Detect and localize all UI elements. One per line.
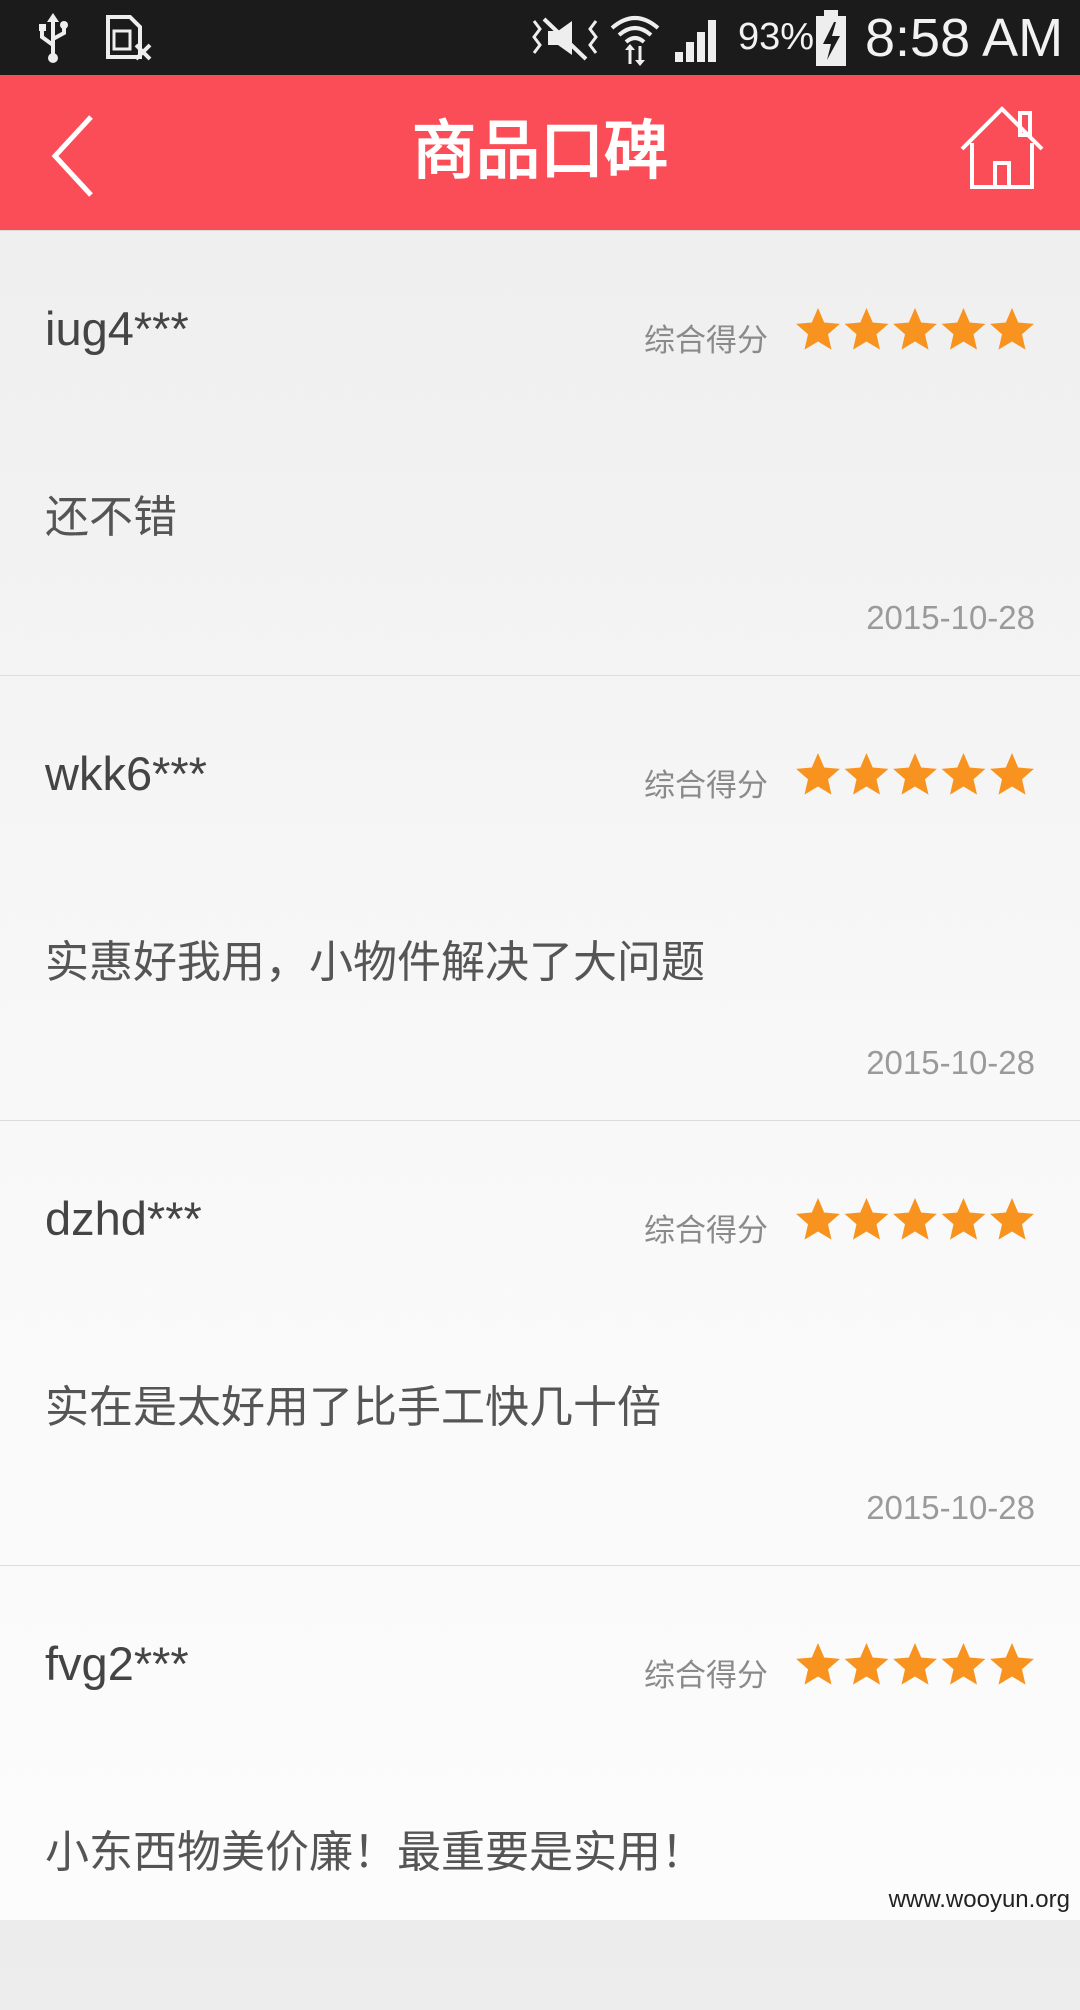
review-date: 2015-10-28	[866, 1489, 1035, 1526]
review-username: iug4***	[45, 302, 189, 355]
star-icon	[796, 308, 840, 350]
star-rating	[796, 1198, 1034, 1240]
star-icon	[941, 753, 986, 795]
usb-icon	[36, 0, 70, 75]
battery-charging-icon	[814, 0, 848, 75]
star-icon	[844, 1643, 889, 1685]
score-label: 综合得分	[644, 1658, 768, 1694]
review-username: fvg2***	[45, 1637, 189, 1690]
score-label: 综合得分	[644, 768, 768, 804]
review-item: fvg2*** 综合得分 小东西物美价廉！最重要是实用！	[0, 1566, 1080, 2010]
star-icon	[796, 753, 840, 795]
signal-icon	[673, 0, 723, 75]
clock: 8:58 AM	[865, 7, 1064, 68]
star-icon	[941, 1643, 986, 1685]
wifi-icon	[608, 0, 662, 75]
home-button[interactable]	[958, 103, 1046, 193]
score-label: 综合得分	[644, 323, 768, 359]
star-icon	[990, 1198, 1034, 1240]
score-label: 综合得分	[644, 1213, 768, 1249]
status-bar: 93% 8:58 AM	[0, 0, 1080, 75]
star-icon	[893, 1643, 937, 1685]
star-icon	[844, 753, 889, 795]
review-item: wkk6*** 综合得分 实惠好我用，小物件解决了大问题 2015-10-28	[0, 676, 1080, 1121]
review-date: 2015-10-28	[866, 1044, 1035, 1081]
star-icon	[990, 1643, 1034, 1685]
star-icon	[844, 1198, 889, 1240]
review-username: wkk6***	[45, 747, 207, 800]
review-username: dzhd***	[45, 1192, 202, 1245]
star-icon	[990, 308, 1034, 350]
star-icon	[796, 1198, 840, 1240]
review-content: 实在是太好用了比手工快几十倍	[45, 1382, 661, 1433]
review-content: 还不错	[45, 492, 177, 543]
mute-icon	[530, 0, 600, 75]
star-icon	[990, 753, 1034, 795]
review-item: dzhd*** 综合得分 实在是太好用了比手工快几十倍 2015-10-28	[0, 1121, 1080, 1566]
watermark: www.wooyun.org	[888, 1886, 1070, 1913]
header-bar: 商品口碑	[0, 75, 1080, 231]
star-icon	[844, 308, 889, 350]
star-icon	[796, 1643, 840, 1685]
page-title: 商品口碑	[412, 115, 668, 189]
review-list: iug4*** 综合得分 还不错 2015-10-28 wkk6*** 综合得分…	[0, 231, 1080, 2010]
star-rating	[796, 1643, 1034, 1685]
review-item: iug4*** 综合得分 还不错 2015-10-28	[0, 231, 1080, 676]
star-icon	[941, 308, 986, 350]
review-date: 2015-10-28	[866, 599, 1035, 636]
sim-card-off-icon	[104, 0, 152, 75]
review-content: 小东西物美价廉！最重要是实用！	[45, 1827, 705, 1878]
star-rating	[796, 753, 1034, 795]
star-icon	[893, 753, 937, 795]
home-icon	[960, 106, 1044, 189]
review-content: 实惠好我用，小物件解决了大问题	[45, 937, 705, 988]
star-icon	[941, 1198, 986, 1240]
star-icon	[893, 1198, 937, 1240]
star-rating	[796, 308, 1034, 350]
star-icon	[893, 308, 937, 350]
battery-percent: 93%	[738, 16, 815, 58]
